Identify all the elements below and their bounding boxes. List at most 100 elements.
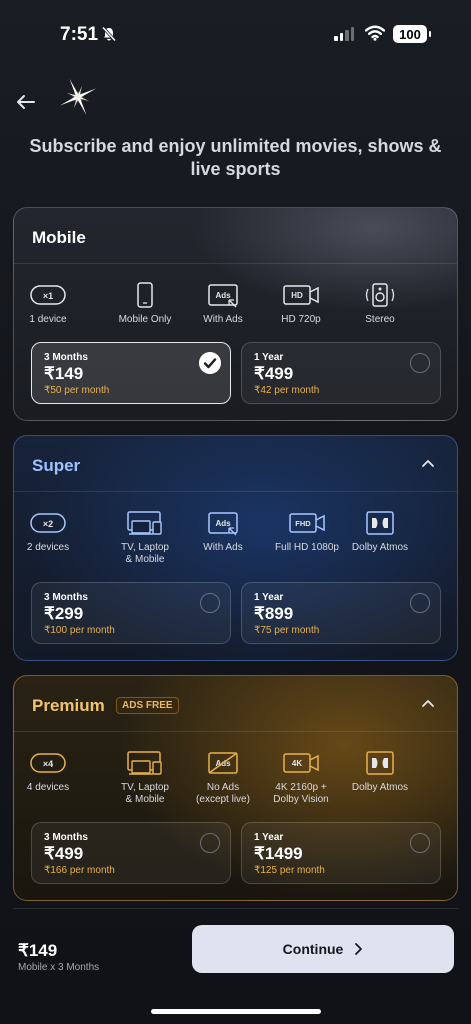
- selected-total-price: ₹149: [18, 941, 58, 960]
- plan-option-3-months[interactable]: 3 Months ₹299 ₹100 per month: [31, 582, 231, 644]
- feature-label: 2 devices: [26, 542, 70, 553]
- 4k-video-icon: 4K: [283, 753, 319, 773]
- radio-button[interactable]: [200, 833, 220, 853]
- no-ads-icon: Ads: [208, 752, 238, 774]
- dolby-icon: [366, 511, 394, 535]
- svg-text:FHD: FHD: [295, 519, 311, 528]
- plan-per-month: ₹75 per month: [254, 625, 320, 636]
- feature-label-line1: 4K 2160p +: [275, 782, 327, 793]
- radio-button[interactable]: [200, 593, 220, 613]
- feature-devices: ×1 1 device: [14, 282, 91, 326]
- chevron-up-icon[interactable]: [421, 698, 435, 708]
- feature-audio: Dolby Atmos: [337, 510, 423, 554]
- feature-platform: TV, Laptop & Mobile: [102, 750, 188, 806]
- feature-list: ×2 2 devices TV, Laptop & Mobile Ads Wit…: [14, 510, 457, 570]
- plan-price: ₹1499: [254, 844, 303, 863]
- plan-card-mobile[interactable]: Mobile ×1 1 device Mobile Only Ads With …: [13, 207, 458, 421]
- wifi-icon: [365, 25, 385, 41]
- feature-list: ×4 4 devices TV, Laptop & Mobile Ads No …: [14, 750, 457, 810]
- svg-text:Ads: Ads: [215, 519, 231, 528]
- feature-quality: HD HD 720p: [258, 282, 344, 326]
- phone-icon: [137, 282, 153, 308]
- feature-label: Stereo: [365, 314, 395, 325]
- x1-device-icon: ×1: [30, 285, 66, 305]
- svg-text:×4: ×4: [43, 759, 53, 769]
- feature-devices: ×4 4 devices: [14, 750, 91, 794]
- plan-period: 1 Year: [254, 352, 284, 363]
- feature-label: With Ads: [203, 314, 243, 325]
- plan-card-header[interactable]: Super: [14, 436, 457, 492]
- feature-label: Dolby Atmos: [351, 782, 409, 793]
- svg-text:×1: ×1: [43, 291, 53, 301]
- plan-card-super[interactable]: Super ×2 2 devices TV, Laptop & Mobile A…: [13, 435, 458, 661]
- radio-button[interactable]: [410, 593, 430, 613]
- feature-platform: Mobile Only: [102, 282, 188, 326]
- chevron-up-icon[interactable]: [421, 458, 435, 468]
- feature-list: ×1 1 device Mobile Only Ads With Ads HD: [14, 282, 457, 342]
- footer-divider: [13, 908, 458, 909]
- feature-audio: Dolby Atmos: [337, 750, 423, 794]
- radio-button[interactable]: [410, 353, 430, 373]
- plan-option-1-year[interactable]: 1 Year ₹899 ₹75 per month: [241, 582, 441, 644]
- svg-text:HD: HD: [291, 291, 303, 300]
- radio-button[interactable]: [410, 833, 430, 853]
- feature-ads: Ads No Ads (except live): [180, 750, 266, 806]
- speaker-icon: [365, 283, 395, 307]
- feature-label: Dolby Atmos: [351, 542, 409, 553]
- plan-per-month: ₹50 per month: [44, 385, 110, 396]
- bell-muted-icon: [101, 26, 117, 42]
- plan-card-premium[interactable]: Premium ADS FREE ×4 4 devices TV, Laptop…: [13, 675, 458, 901]
- feature-label-line2: (except live): [196, 794, 250, 805]
- feature-label: 1 device: [29, 314, 67, 325]
- feature-label: 4 devices: [26, 782, 70, 793]
- feature-ads: Ads With Ads: [180, 510, 266, 554]
- plan-option-1-year[interactable]: 1 Year ₹1499 ₹125 per month: [241, 822, 441, 884]
- battery-indicator: 100: [393, 25, 431, 43]
- plan-card-header[interactable]: Premium ADS FREE: [14, 676, 457, 732]
- feature-platform: TV, Laptop & Mobile: [102, 510, 188, 566]
- plan-card-header: Mobile: [14, 208, 457, 264]
- feature-label-line1: No Ads: [206, 782, 240, 793]
- plan-period: 3 Months: [44, 592, 88, 603]
- plan-period: 1 Year: [254, 832, 284, 843]
- x4-device-icon: ×4: [30, 753, 66, 773]
- tv-laptop-mobile-icon: [127, 511, 162, 535]
- page-headline: Subscribe and enjoy unlimited movies, sh…: [29, 136, 442, 179]
- fhd-video-icon: FHD: [289, 513, 325, 533]
- ads-icon: Ads: [208, 284, 238, 308]
- plan-price: ₹499: [254, 364, 294, 383]
- plan-per-month: ₹42 per month: [254, 385, 320, 396]
- feature-devices: ×2 2 devices: [14, 510, 91, 554]
- feature-label-line2: Dolby Vision: [273, 794, 329, 805]
- plan-price: ₹899: [254, 604, 294, 623]
- plan-name: Premium: [32, 696, 105, 715]
- home-indicator[interactable]: [151, 1009, 321, 1014]
- feature-ads: Ads With Ads: [180, 282, 266, 326]
- status-bar: 7:51 100: [0, 0, 471, 60]
- tv-laptop-mobile-icon: [127, 751, 162, 775]
- chevron-right-icon: [355, 943, 363, 955]
- continue-label: Continue: [282, 941, 344, 957]
- svg-text:×2: ×2: [43, 519, 53, 529]
- plan-per-month: ₹100 per month: [44, 625, 115, 636]
- hd-video-icon: HD: [283, 285, 319, 305]
- selected-plan-description: Mobile x 3 Months: [18, 962, 100, 973]
- cellular-signal-icon: [334, 27, 354, 41]
- plan-option-3-months[interactable]: 3 Months ₹499 ₹166 per month: [31, 822, 231, 884]
- ads-free-badge: ADS FREE: [116, 697, 179, 714]
- plan-option-3-months[interactable]: 3 Months ₹149 ₹50 per month: [31, 342, 231, 404]
- feature-label: With Ads: [203, 542, 243, 553]
- plan-period: 3 Months: [44, 832, 88, 843]
- selected-check-icon: [199, 352, 221, 374]
- svg-text:Ads: Ads: [215, 291, 231, 300]
- dolby-icon: [366, 751, 394, 775]
- feature-label: Mobile Only: [118, 314, 172, 325]
- plan-period: 3 Months: [44, 352, 88, 363]
- feature-label-line2: & Mobile: [125, 554, 165, 565]
- svg-text:4K: 4K: [292, 759, 302, 768]
- status-time: 7:51: [60, 24, 99, 45]
- x2-device-icon: ×2: [30, 513, 66, 533]
- back-arrow-icon[interactable]: [14, 90, 38, 114]
- plan-option-1-year[interactable]: 1 Year ₹499 ₹42 per month: [241, 342, 441, 404]
- continue-button[interactable]: Continue: [192, 925, 454, 973]
